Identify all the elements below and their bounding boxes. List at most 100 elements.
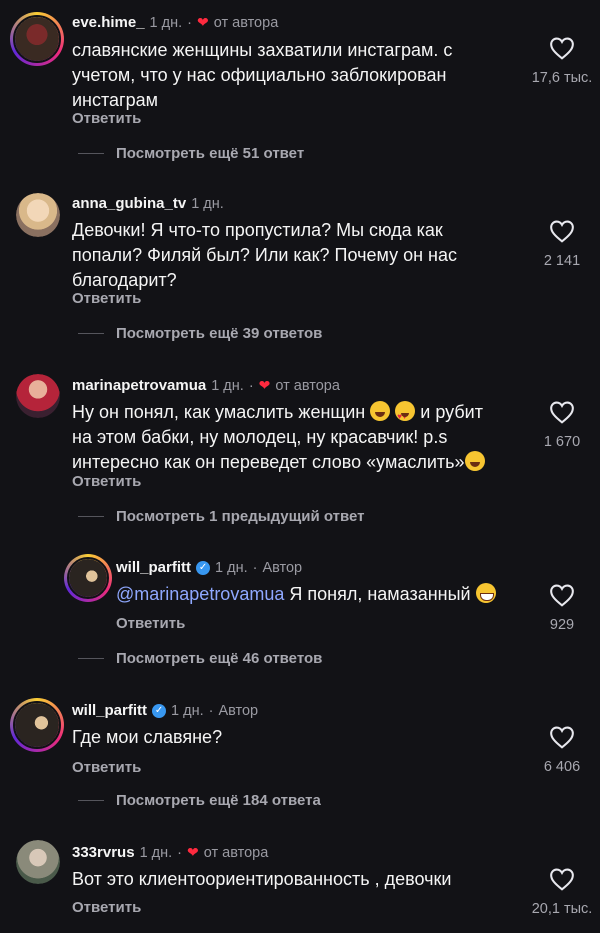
username[interactable]: will_parfitt (72, 702, 147, 719)
reply-button[interactable]: Ответить (72, 110, 141, 127)
reply-button[interactable]: Ответить (72, 759, 141, 776)
avatar-image (15, 17, 59, 61)
like-control: 20,1 тыс. (527, 867, 597, 917)
like-count: 20,1 тыс. (531, 901, 593, 917)
timestamp: 1 дн. (211, 377, 244, 394)
liked-by-author: от автора (213, 14, 279, 31)
comment-meta: marinapetrovamua 1 дн. · ❤ от автора (72, 377, 340, 394)
comment-text: Ну он понял, как умаслить женщин и рубит… (72, 400, 512, 475)
comment-text: @marinapetrovamua Я понял, намазанный (116, 582, 516, 607)
like-count: 17,6 тыс. (531, 70, 593, 86)
divider-line (78, 516, 104, 517)
avatar[interactable] (64, 554, 112, 602)
author-heart-icon: ❤ (196, 14, 209, 30)
like-count: 2 141 (543, 253, 581, 269)
heart-eyes-emoji (395, 401, 416, 429)
text-segment: Я понял, намазанный (289, 584, 471, 604)
heart-icon[interactable] (549, 583, 575, 607)
comment-meta: eve.hime_ 1 дн. · ❤ от автора (72, 14, 278, 31)
divider-line (78, 333, 104, 334)
author-label: Автор (262, 559, 303, 576)
timestamp: 1 дн. (149, 14, 183, 31)
liked-by-author: от автора (203, 844, 269, 861)
like-control: 1 670 (527, 400, 597, 450)
avatar[interactable] (10, 12, 64, 66)
like-control: 2 141 (527, 219, 597, 269)
heart-icon[interactable] (549, 36, 575, 60)
view-more-label: Посмотреть ещё 51 ответ (116, 145, 305, 162)
separator: · (177, 844, 182, 861)
separator: · (252, 559, 258, 576)
comment-meta: will_parfitt ✓ 1 дн. · Автор (116, 559, 302, 576)
heart-icon[interactable] (549, 867, 575, 891)
avatar-image (16, 374, 60, 418)
divider-line (78, 658, 104, 659)
like-count: 929 (549, 617, 575, 633)
laughing-tears-emoji (464, 451, 485, 471)
verified-badge-icon: ✓ (152, 703, 167, 718)
avatar[interactable] (16, 374, 60, 418)
comment-text: Где мои славяне? (72, 727, 223, 747)
text-segment: интересно как он переведет слово «умасли… (72, 452, 465, 472)
heart-icon[interactable] (549, 400, 575, 424)
view-more-label: Посмотреть ещё 46 ответов (116, 650, 323, 667)
grinning-emoji (475, 583, 496, 603)
username[interactable]: eve.hime_ (72, 14, 145, 31)
author-label: Автор (218, 702, 259, 719)
verified-badge-icon: ✓ (196, 560, 211, 575)
text-segment: Ну он понял, как умаслить женщин (72, 402, 366, 422)
reply-button[interactable]: Ответить (72, 899, 141, 916)
view-more-label: Посмотреть ещё 184 ответа (116, 792, 321, 809)
username[interactable]: anna_gubina_tv (72, 195, 186, 212)
view-more-replies[interactable]: Посмотреть ещё 184 ответа (78, 792, 321, 809)
reply-button[interactable]: Ответить (72, 290, 141, 307)
liked-by-author: от автора (275, 377, 340, 394)
comment-text: славянские женщины захватили инстаграм. … (72, 40, 453, 110)
heart-icon[interactable] (549, 725, 575, 749)
avatar[interactable] (10, 698, 64, 752)
avatar[interactable] (16, 840, 60, 884)
avatar[interactable] (16, 193, 60, 237)
heart-icon[interactable] (549, 219, 575, 243)
divider-line (78, 153, 104, 154)
username[interactable]: will_parfitt (116, 559, 191, 576)
timestamp: 1 дн. (215, 559, 248, 576)
separator: · (248, 377, 254, 394)
username[interactable]: 333rvrus (72, 844, 135, 861)
author-heart-icon: ❤ (258, 377, 271, 393)
view-more-replies[interactable]: Посмотреть ещё 51 ответ (78, 145, 304, 162)
avatar-image (16, 193, 60, 237)
reply-button[interactable]: Ответить (72, 473, 141, 490)
like-count: 1 670 (543, 434, 581, 450)
comment-meta: 333rvrus 1 дн. · ❤ от автора (72, 844, 268, 861)
username[interactable]: marinapetrovamua (72, 377, 206, 394)
divider-line (78, 800, 104, 801)
timestamp: 1 дн. (191, 195, 224, 212)
author-heart-icon: ❤ (187, 844, 199, 860)
text-segment: на этом бабки, ну молодец, ну красавчик!… (72, 427, 448, 447)
timestamp: 1 дн. (139, 844, 173, 861)
like-count: 6 406 (543, 759, 581, 775)
like-control: 17,6 тыс. (527, 36, 597, 86)
separator: · (208, 702, 214, 719)
text-segment: и рубит (420, 402, 483, 422)
avatar-image (16, 840, 60, 884)
comment-text: Девочки! Я что-то пропустила? Мы сюда ка… (72, 220, 457, 290)
reply-button[interactable]: Ответить (116, 615, 185, 632)
avatar-image (69, 559, 107, 597)
like-control: 929 (527, 583, 597, 633)
comment-text: Вот это клиентоориентированность , девоч… (72, 869, 452, 889)
view-more-replies[interactable]: Посмотреть ещё 39 ответов (78, 325, 322, 342)
laughing-tears-emoji (370, 401, 391, 421)
avatar-image (15, 703, 59, 747)
comment-meta: anna_gubina_tv 1 дн. (72, 195, 224, 212)
view-more-replies[interactable]: Посмотреть ещё 46 ответов (78, 650, 322, 667)
timestamp: 1 дн. (171, 702, 204, 719)
separator: · (187, 14, 192, 31)
view-more-label: Посмотреть ещё 39 ответов (116, 325, 323, 342)
comment-meta: will_parfitt ✓ 1 дн. · Автор (72, 702, 258, 719)
like-control: 6 406 (527, 725, 597, 775)
view-previous-replies[interactable]: Посмотреть 1 предыдущий ответ (78, 508, 365, 525)
view-more-label: Посмотреть 1 предыдущий ответ (116, 508, 365, 525)
mention-link[interactable]: @marinapetrovamua (116, 584, 284, 604)
